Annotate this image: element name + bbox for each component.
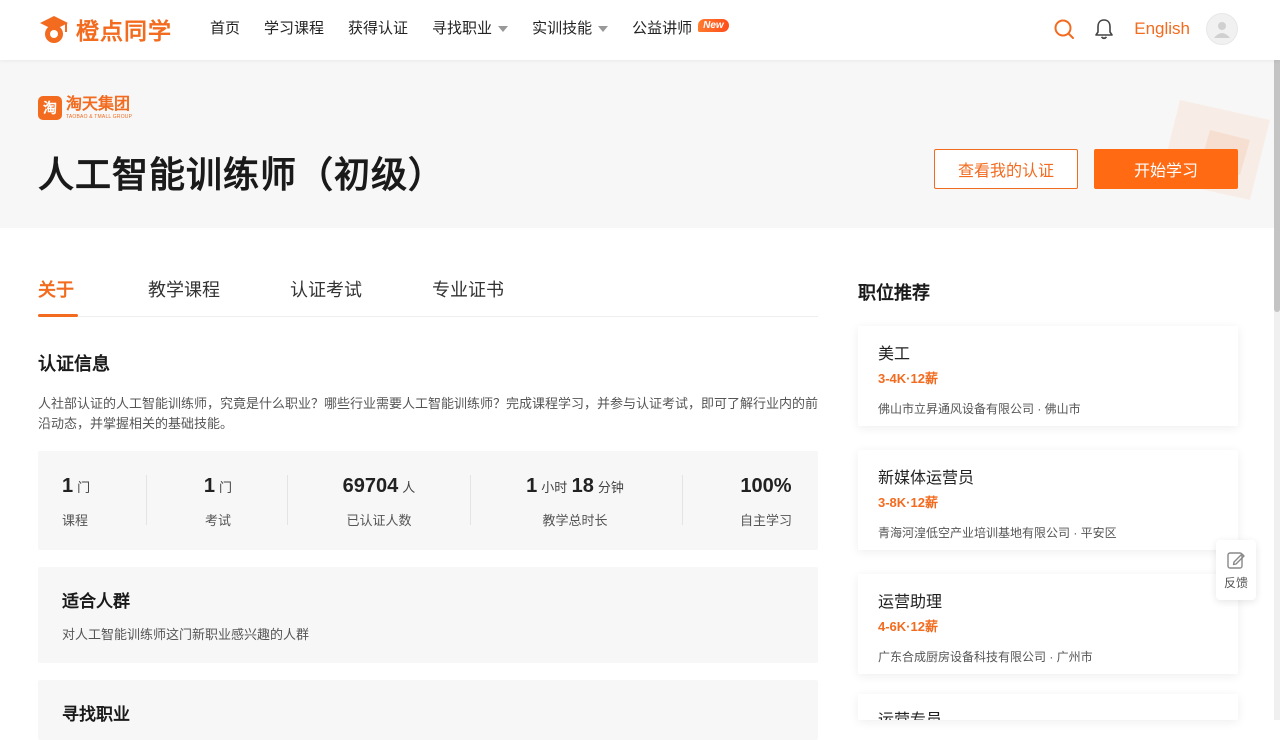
stat-unit: 门 <box>77 480 91 495</box>
stat-certified-count: 69704 人 已认证人数 <box>314 475 444 529</box>
stat-value: 18 <box>571 475 594 497</box>
nav-item-training[interactable]: 实训技能 <box>532 17 609 38</box>
scrollbar[interactable] <box>1274 0 1280 720</box>
card-title: 寻找职业 <box>62 705 130 724</box>
job-company: 青海河湟低空产业培训基地有限公司 · 平安区 <box>878 526 1117 540</box>
nav-item-volunteer-lecturer[interactable]: 公益讲师 New <box>632 17 729 38</box>
audience-card: 适合人群 对人工智能训练师这门新职业感兴趣的人群 <box>38 567 818 663</box>
stat-unit: 分钟 <box>597 480 624 495</box>
top-navigation-bar: 橙点同学 首页 学习课程 获得认证 寻找职业 实训技能 公益讲师 New Engl… <box>0 0 1280 60</box>
site-logo[interactable]: 橙点同学 <box>38 12 172 46</box>
divider <box>470 475 471 525</box>
stat-label: 教学总时长 <box>542 513 608 528</box>
job-title: 新媒体运营员 <box>878 470 975 487</box>
tab-courses[interactable]: 教学课程 <box>148 276 220 302</box>
stat-label: 课程 <box>62 513 89 528</box>
job-title: 运营专员 <box>878 706 942 720</box>
stat-unit: 门 <box>219 480 233 495</box>
job-card[interactable]: 美工 3-4K·12薪 佛山市立昇通风设备有限公司 · 佛山市 <box>858 326 1238 426</box>
job-title: 运营助理 <box>878 594 943 611</box>
nav-label: 公益讲师 <box>632 20 693 37</box>
job-salary: 3-4K·12薪 <box>878 371 938 386</box>
nav-label: 实训技能 <box>532 20 593 37</box>
avatar[interactable] <box>1206 13 1238 45</box>
feedback-label: 反馈 <box>1223 575 1248 590</box>
org-subtitle: TAOBAO & TMALL GROUP <box>66 113 133 120</box>
nav-item-find-career[interactable]: 寻找职业 <box>432 17 509 38</box>
language-switch[interactable]: English <box>1134 19 1190 39</box>
nav-label: 首页 <box>210 20 241 37</box>
stat-value: 100% <box>740 475 792 497</box>
tab-exam[interactable]: 认证考试 <box>290 276 362 302</box>
chevron-down-icon <box>498 25 509 32</box>
career-card: 寻找职业 <box>38 680 818 740</box>
stat-value: 1 <box>62 475 74 497</box>
nav-label: 寻找职业 <box>432 20 493 37</box>
divider <box>287 475 288 525</box>
start-learning-button[interactable]: 开始学习 <box>1094 149 1238 189</box>
job-company: 佛山市立昇通风设备有限公司 · 佛山市 <box>878 402 1081 416</box>
certification-description: 人社部认证的人工智能训练师，究竟是什么职业？哪些行业需要人工智能训练师？完成课程… <box>38 396 819 431</box>
active-tab-indicator <box>38 314 78 317</box>
stat-label: 已认证人数 <box>346 513 412 528</box>
tab-about[interactable]: 关于 <box>38 276 74 302</box>
card-text: 对人工智能训练师这门新职业感兴趣的人群 <box>62 627 310 642</box>
chevron-down-icon <box>598 25 609 32</box>
feedback-button[interactable]: 反馈 <box>1216 540 1256 600</box>
org-logo-icon: 淘 <box>38 96 62 120</box>
stats-panel: 1门 课程 1门 考试 69704 人 已认证人数 1 小时 18 分钟 教学总时长 … <box>38 451 818 550</box>
job-salary: 4-6K·12薪 <box>878 619 938 634</box>
nav-item-home[interactable]: 首页 <box>210 17 240 38</box>
logo-text: 橙点同学 <box>76 18 172 44</box>
nav-item-certification[interactable]: 获得认证 <box>348 17 408 38</box>
stat-value: 69704 <box>342 475 399 497</box>
stat-self-study: 100% 自主学习 <box>726 475 806 529</box>
stat-label: 考试 <box>204 513 231 528</box>
job-salary: 3-8K·12薪 <box>878 495 938 510</box>
page-title: 人工智能训练师（初级） <box>38 154 446 195</box>
job-company: 广东合成厨房设备科技有限公司 · 广州市 <box>878 650 1093 664</box>
search-icon[interactable] <box>1052 17 1076 41</box>
job-title: 美工 <box>878 346 911 363</box>
stat-value: 1 <box>526 475 538 497</box>
job-card[interactable]: 运营助理 4-6K·12薪 广东合成厨房设备科技有限公司 · 广州市 <box>858 574 1238 674</box>
edit-icon <box>1227 551 1245 569</box>
org-name: 淘天集团 <box>66 95 131 113</box>
logo-icon <box>40 16 68 43</box>
main-nav: 首页 学习课程 获得认证 寻找职业 实训技能 公益讲师 New <box>210 17 753 38</box>
stat-unit: 小时 <box>541 480 568 495</box>
section-title: 认证信息 <box>38 354 110 374</box>
divider <box>146 475 147 525</box>
job-recommendations-title: 职位推荐 <box>858 283 930 303</box>
job-card[interactable]: 运营专员 <box>858 694 1238 720</box>
job-card[interactable]: 新媒体运营员 3-8K·12薪 青海河湟低空产业培训基地有限公司 · 平安区 <box>858 450 1238 550</box>
stat-courses: 1门 课程 <box>62 475 90 529</box>
course-tabs: 关于 教学课程 认证考试 专业证书 <box>38 266 818 317</box>
divider <box>682 475 683 525</box>
stat-label: 自主学习 <box>739 513 792 528</box>
nav-label: 获得认证 <box>348 20 409 37</box>
stat-value: 1 <box>203 475 216 497</box>
nav-label: 学习课程 <box>264 20 325 37</box>
header-tools: English <box>1036 13 1238 45</box>
course-hero: 淘 淘天集团 TAOBAO & TMALL GROUP 人工智能训练师（初级） … <box>0 60 1280 228</box>
card-title: 适合人群 <box>62 592 130 611</box>
tab-certificate[interactable]: 专业证书 <box>432 276 504 302</box>
bell-icon[interactable] <box>1092 17 1116 41</box>
view-my-certification-button[interactable]: 查看我的认证 <box>934 149 1078 189</box>
stat-unit: 人 <box>402 480 416 495</box>
stat-exams: 1门 考试 <box>178 475 258 529</box>
user-icon <box>1214 22 1230 38</box>
org-brand: 淘 淘天集团 TAOBAO & TMALL GROUP <box>38 96 132 120</box>
stat-total-duration: 1 小时 18 分钟 教学总时长 <box>500 475 650 529</box>
nav-item-courses[interactable]: 学习课程 <box>264 17 324 38</box>
new-badge: New <box>698 19 729 32</box>
